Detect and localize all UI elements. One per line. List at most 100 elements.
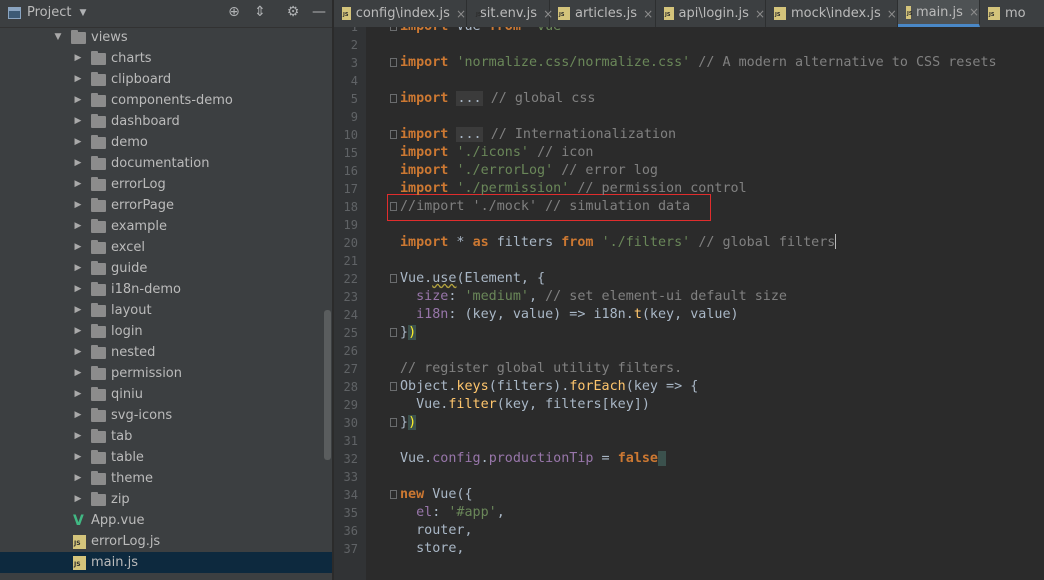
code-line[interactable]: 24 i18n: (key, value) => i18n.t(key, val…	[334, 306, 1044, 324]
close-icon[interactable]: ×	[643, 7, 653, 21]
collapse-all-icon[interactable]: ⇕	[251, 4, 269, 20]
tree-item[interactable]: ▶ qiniu	[0, 384, 332, 405]
fold-marker-icon[interactable]	[390, 274, 397, 283]
tree-item[interactable]: ▶ permission	[0, 363, 332, 384]
chevron-right-icon[interactable]: ▶	[73, 426, 83, 447]
code-line[interactable]: 34 new Vue({	[334, 486, 1044, 504]
tree-item[interactable]: ▶ charts	[0, 48, 332, 69]
code-line[interactable]: 5 import ... // global css	[334, 90, 1044, 108]
code-line[interactable]: 4	[334, 72, 1044, 90]
tree-item[interactable]: ▶ components-demo	[0, 90, 332, 111]
hide-panel-icon[interactable]: —	[310, 4, 328, 20]
chevron-right-icon[interactable]: ▶	[73, 363, 83, 384]
chevron-right-icon[interactable]: ▶	[73, 342, 83, 363]
chevron-right-icon[interactable]: ▶	[73, 195, 83, 216]
code-line[interactable]: 18 //import './mock' // simulation data	[334, 198, 1044, 216]
chevron-down-icon[interactable]: ▼	[53, 27, 63, 48]
editor-tab[interactable]: mo	[980, 0, 1044, 27]
code-line[interactable]: 32 Vue.config.productionTip = false	[334, 450, 1044, 468]
code-line[interactable]: 22 Vue.use(Element, {	[334, 270, 1044, 288]
scrollbar[interactable]	[324, 310, 331, 460]
gear-icon[interactable]: ⚙	[284, 4, 302, 20]
tree-item[interactable]: ▶ layout	[0, 300, 332, 321]
code-line[interactable]: 36 router,	[334, 522, 1044, 540]
tree-item[interactable]: ▶ svg-icons	[0, 405, 332, 426]
tree-item[interactable]: ▶ demo	[0, 132, 332, 153]
chevron-right-icon[interactable]: ▶	[73, 132, 83, 153]
chevron-right-icon[interactable]: ▶	[73, 447, 83, 468]
code-line[interactable]: 15 import './icons' // icon	[334, 144, 1044, 162]
locate-icon[interactable]: ⊕	[225, 4, 243, 20]
close-icon[interactable]: ×	[969, 5, 979, 19]
chevron-right-icon[interactable]: ▶	[73, 405, 83, 426]
code-line[interactable]: 21	[334, 252, 1044, 270]
tree-item[interactable]: ▶ excel	[0, 237, 332, 258]
code-line[interactable]: 10 import ... // Internationalization	[334, 126, 1044, 144]
close-icon[interactable]: ×	[887, 7, 897, 21]
tree-item[interactable]: ▶ login	[0, 321, 332, 342]
chevron-right-icon[interactable]: ▶	[73, 384, 83, 405]
fold-marker-icon[interactable]	[390, 328, 397, 337]
fold-marker-icon[interactable]	[390, 418, 397, 427]
chevron-right-icon[interactable]: ▶	[73, 216, 83, 237]
fold-marker-icon[interactable]	[390, 490, 397, 499]
tree-item[interactable]: ▶ documentation	[0, 153, 332, 174]
code-line[interactable]: 30})	[334, 414, 1044, 432]
chevron-right-icon[interactable]: ▶	[73, 69, 83, 90]
code-line[interactable]: 27 // register global utility filters.	[334, 360, 1044, 378]
tree-item[interactable]: ▶ example	[0, 216, 332, 237]
chevron-right-icon[interactable]: ▶	[73, 237, 83, 258]
code-line[interactable]: 2	[334, 36, 1044, 54]
tree-item[interactable]: ▶ errorPage	[0, 195, 332, 216]
code-line[interactable]: 26	[334, 342, 1044, 360]
code-line[interactable]: 3 import 'normalize.css/normalize.css' //…	[334, 54, 1044, 72]
code-line[interactable]: 20 import * as filters from './filters' /…	[334, 234, 1044, 252]
tree-item[interactable]: ▶ i18n-demo	[0, 279, 332, 300]
tree-item[interactable]: errorLog.js	[0, 531, 332, 552]
code-line[interactable]: 16 import './errorLog' // error log	[334, 162, 1044, 180]
chevron-right-icon[interactable]: ▶	[73, 300, 83, 321]
chevron-right-icon[interactable]: ▶	[73, 174, 83, 195]
code-line[interactable]: 37 store,	[334, 540, 1044, 558]
fold-marker-icon[interactable]	[390, 58, 397, 67]
tree-item[interactable]: ▶ tab	[0, 426, 332, 447]
chevron-right-icon[interactable]: ▶	[73, 321, 83, 342]
tree-item[interactable]: main.js	[0, 552, 332, 573]
tree-item[interactable]: ▶ nested	[0, 342, 332, 363]
chevron-right-icon[interactable]: ▶	[73, 111, 83, 132]
tree-item[interactable]: ▶ zip	[0, 489, 332, 510]
fold-marker-icon[interactable]	[390, 202, 397, 211]
tree-item[interactable]: ▶ clipboard	[0, 69, 332, 90]
code-line[interactable]: 33	[334, 468, 1044, 486]
editor-tab[interactable]: mock\index.js ×	[766, 0, 898, 27]
chevron-right-icon[interactable]: ▶	[73, 153, 83, 174]
fold-marker-icon[interactable]	[390, 382, 397, 391]
chevron-right-icon[interactable]: ▶	[73, 468, 83, 489]
close-icon[interactable]: ×	[456, 7, 466, 21]
tree-item[interactable]: ▶ errorLog	[0, 174, 332, 195]
code-line[interactable]: 9	[334, 108, 1044, 126]
code-line[interactable]: 29 Vue.filter(key, filters[key])	[334, 396, 1044, 414]
tree-item[interactable]: V App.vue	[0, 510, 332, 531]
code-editor[interactable]: 1import Vue from 'vue'23import 'normaliz…	[334, 27, 1044, 580]
code-line[interactable]: 1 import Vue from 'vue'	[334, 27, 1044, 36]
editor-tab[interactable]: api\login.js ×	[656, 0, 766, 27]
project-view-selector[interactable]: Project ▼	[8, 5, 86, 20]
tree-item[interactable]: ▶ dashboard	[0, 111, 332, 132]
chevron-right-icon[interactable]: ▶	[73, 279, 83, 300]
fold-marker-icon[interactable]	[390, 130, 397, 139]
chevron-right-icon[interactable]: ▶	[73, 48, 83, 69]
code-line[interactable]: 31	[334, 432, 1044, 450]
editor-tab[interactable]: articles.js ×	[550, 0, 656, 27]
tree-item[interactable]: ▶ theme	[0, 468, 332, 489]
code-line[interactable]: 23 size: 'medium', // set element-ui def…	[334, 288, 1044, 306]
editor-tab[interactable]: main.js ×	[898, 0, 980, 27]
editor-tab[interactable]: sit.env.js ×	[467, 0, 553, 27]
code-line[interactable]: 35 el: '#app',	[334, 504, 1044, 522]
chevron-right-icon[interactable]: ▶	[73, 258, 83, 279]
tree-item[interactable]: ▶ guide	[0, 258, 332, 279]
editor-tab[interactable]: config\index.js ×	[334, 0, 467, 27]
code-line[interactable]: 19	[334, 216, 1044, 234]
fold-marker-icon[interactable]	[390, 94, 397, 103]
code-line[interactable]: 17 import './permission' // permission co…	[334, 180, 1044, 198]
